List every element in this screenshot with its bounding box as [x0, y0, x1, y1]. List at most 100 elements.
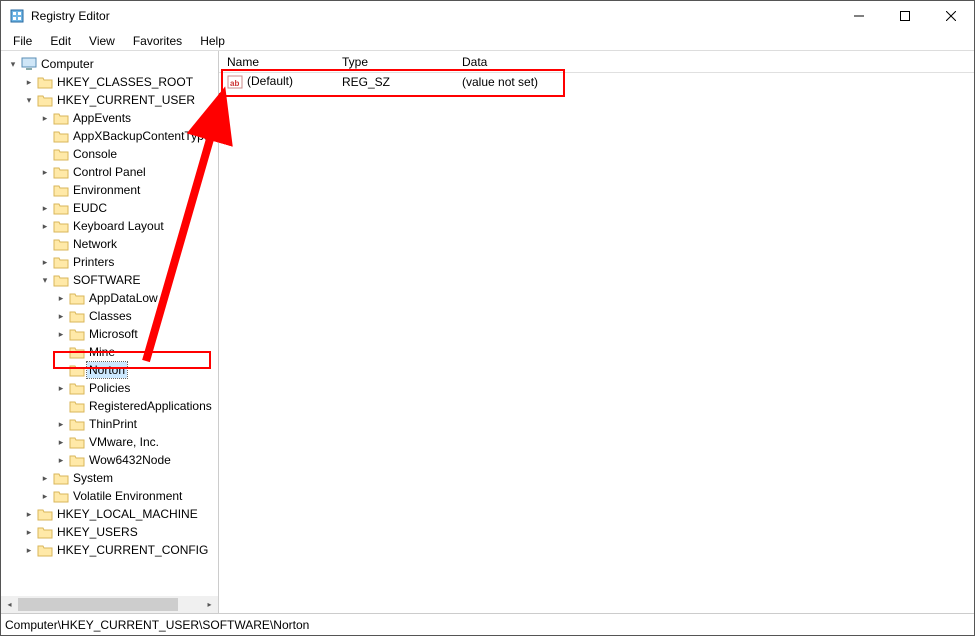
tree-node-mine[interactable]: ▸Mine: [55, 343, 218, 361]
tree-node-norton[interactable]: ▸Norton: [55, 361, 218, 379]
tree-node-computer[interactable]: ▾ Computer: [7, 55, 218, 73]
tree-label: HKEY_CURRENT_USER: [55, 92, 197, 108]
column-header-type[interactable]: Type: [334, 52, 454, 72]
statusbar-path: Computer\HKEY_CURRENT_USER\SOFTWARE\Nort…: [5, 618, 309, 632]
tree-node-thinprint[interactable]: ▸ThinPrint: [55, 415, 218, 433]
window-controls: [836, 1, 974, 31]
folder-icon: [37, 93, 53, 107]
tree-node-hklm[interactable]: ▸ HKEY_LOCAL_MACHINE: [23, 505, 218, 523]
tree-node-classes[interactable]: ▸ Classes: [55, 307, 218, 325]
expand-icon[interactable]: ▸: [23, 76, 35, 88]
expand-icon[interactable]: ▸: [55, 436, 67, 448]
close-button[interactable]: [928, 1, 974, 31]
tree-label: Norton: [87, 362, 127, 378]
tree-label: HKEY_LOCAL_MACHINE: [55, 506, 200, 522]
tree-node-hku[interactable]: ▸ HKEY_USERS: [23, 523, 218, 541]
folder-icon: [69, 417, 85, 431]
maximize-button[interactable]: [882, 1, 928, 31]
folder-icon: [37, 525, 53, 539]
expand-icon[interactable]: ▸: [39, 472, 51, 484]
expand-icon[interactable]: ▸: [55, 310, 67, 322]
tree-node-controlpanel[interactable]: ▸Control Panel: [39, 163, 218, 181]
expand-icon[interactable]: ▸: [39, 490, 51, 502]
menu-file[interactable]: File: [5, 32, 40, 50]
minimize-button[interactable]: [836, 1, 882, 31]
folder-icon: [53, 237, 69, 251]
content: ▾ Computer ▸ HKEY_CLASSES_ROOT: [1, 51, 974, 613]
svg-text:ab: ab: [230, 79, 239, 88]
tree-label: Environment: [71, 182, 142, 198]
tree-node-hkcr[interactable]: ▸ HKEY_CLASSES_ROOT: [23, 73, 218, 91]
scroll-thumb[interactable]: [18, 598, 178, 611]
folder-icon: [53, 255, 69, 269]
tree-label: Network: [71, 236, 119, 252]
expand-icon[interactable]: ▸: [39, 220, 51, 232]
expand-icon[interactable]: ▸: [39, 202, 51, 214]
tree-node-policies[interactable]: ▸Policies: [55, 379, 218, 397]
tree-node-appevents[interactable]: ▸AppEvents: [39, 109, 218, 127]
expand-icon[interactable]: ▸: [55, 454, 67, 466]
tree-node-software[interactable]: ▾ SOFTWARE: [39, 271, 218, 289]
tree-node-network[interactable]: ▸Network: [39, 235, 218, 253]
tree-node-vmware[interactable]: ▸ VMware, Inc.: [55, 433, 218, 451]
folder-icon: [53, 489, 69, 503]
tree-node-hkcc[interactable]: ▸ HKEY_CURRENT_CONFIG: [23, 541, 218, 559]
tree-label: Keyboard Layout: [71, 218, 166, 234]
grid-row[interactable]: ab (Default) REG_SZ (value not set): [219, 73, 974, 91]
expand-icon[interactable]: ▾: [39, 274, 51, 286]
expand-icon[interactable]: ▸: [39, 112, 51, 124]
scroll-left-icon[interactable]: ◂: [1, 596, 18, 613]
tree-node-environment[interactable]: ▸Environment: [39, 181, 218, 199]
expand-icon[interactable]: ▸: [55, 292, 67, 304]
menu-edit[interactable]: Edit: [42, 32, 79, 50]
tree-node-regapps[interactable]: ▸RegisteredApplications: [55, 397, 218, 415]
value-type: REG_SZ: [334, 72, 454, 92]
value-name: (Default): [247, 74, 293, 88]
expand-icon[interactable]: ▸: [23, 544, 35, 556]
tree-node-system[interactable]: ▸ System: [39, 469, 218, 487]
tree-label: EUDC: [71, 200, 109, 216]
statusbar: Computer\HKEY_CURRENT_USER\SOFTWARE\Nort…: [1, 613, 974, 635]
horizontal-scrollbar[interactable]: ◂ ▸: [1, 596, 218, 613]
tree-node-microsoft[interactable]: ▸ Microsoft: [55, 325, 218, 343]
tree-node-keyboard[interactable]: ▸ Keyboard Layout: [39, 217, 218, 235]
menu-view[interactable]: View: [81, 32, 123, 50]
column-header-name[interactable]: Name: [219, 52, 334, 72]
tree-label: System: [71, 470, 115, 486]
tree-node-wow6432[interactable]: ▸Wow6432Node: [55, 451, 218, 469]
tree-node-appxbackup[interactable]: ▸AppXBackupContentType: [39, 127, 218, 145]
expand-icon[interactable]: ▸: [39, 256, 51, 268]
scroll-track[interactable]: [18, 596, 201, 613]
tree-node-console[interactable]: ▸Console: [39, 145, 218, 163]
tree-node-volatile[interactable]: ▸ Volatile Environment: [39, 487, 218, 505]
tree-label: AppXBackupContentType: [71, 128, 212, 144]
expand-icon[interactable]: ▸: [23, 508, 35, 520]
folder-icon: [53, 201, 69, 215]
menu-favorites[interactable]: Favorites: [125, 32, 190, 50]
tree-pane: ▾ Computer ▸ HKEY_CLASSES_ROOT: [1, 51, 219, 613]
column-header-data[interactable]: Data: [454, 52, 974, 72]
tree-node-eudc[interactable]: ▸ EUDC: [39, 199, 218, 217]
tree-node-printers[interactable]: ▸Printers: [39, 253, 218, 271]
computer-icon: [21, 57, 37, 71]
tree-label: AppDataLow: [87, 290, 160, 306]
expand-icon[interactable]: ▸: [55, 382, 67, 394]
expand-icon[interactable]: ▸: [55, 328, 67, 340]
tree-node-appdatalow[interactable]: ▸ AppDataLow: [55, 289, 218, 307]
tree-label: Classes: [87, 308, 134, 324]
expand-icon[interactable]: ▸: [23, 526, 35, 538]
tree-node-hkcu[interactable]: ▾ HKEY_CURRENT_USER: [23, 91, 218, 109]
tree-label: VMware, Inc.: [87, 434, 161, 450]
tree-label: Microsoft: [87, 326, 140, 342]
expand-icon[interactable]: ▾: [7, 58, 19, 70]
expand-icon[interactable]: ▸: [55, 418, 67, 430]
scroll-right-icon[interactable]: ▸: [201, 596, 218, 613]
menu-help[interactable]: Help: [192, 32, 233, 50]
tree-label: SOFTWARE: [71, 272, 143, 288]
expand-icon[interactable]: ▾: [23, 94, 35, 106]
expand-icon[interactable]: ▸: [39, 166, 51, 178]
tree-label: Mine: [87, 344, 117, 360]
folder-icon: [69, 453, 85, 467]
tree-label: HKEY_USERS: [55, 524, 140, 540]
tree-label: Volatile Environment: [71, 488, 184, 504]
